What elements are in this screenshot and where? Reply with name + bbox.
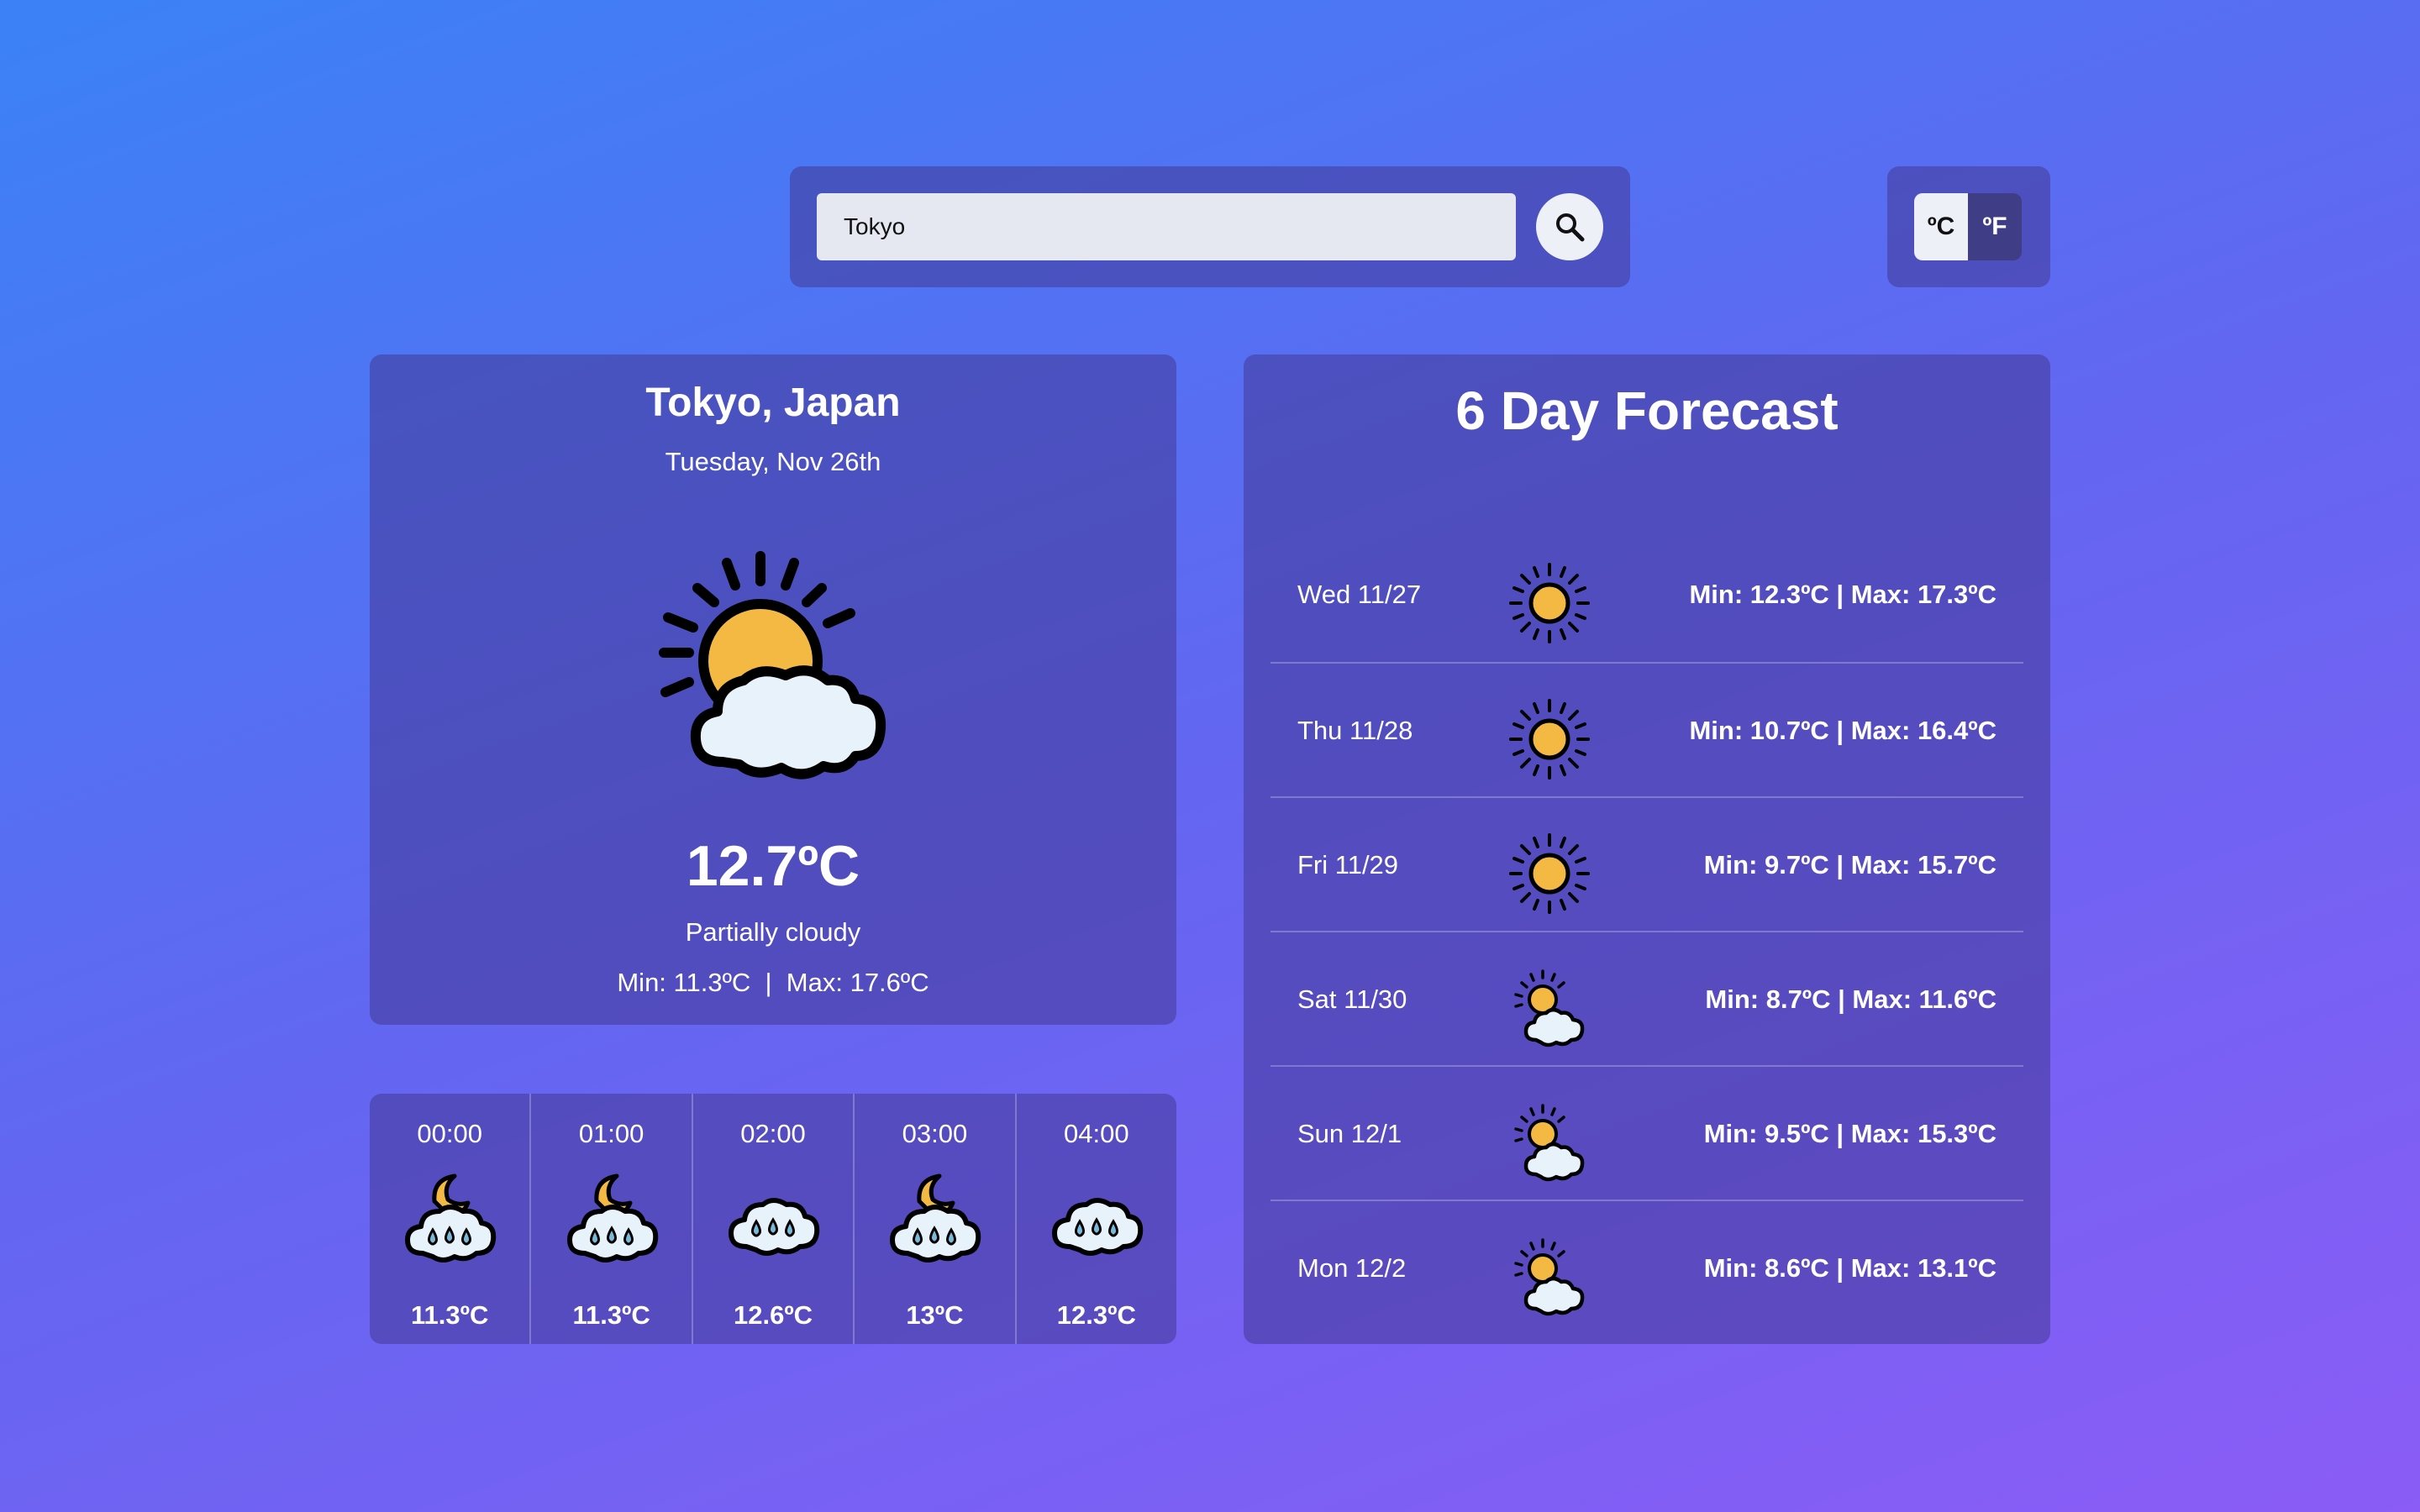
- hour-time: 00:00: [417, 1119, 482, 1148]
- forecast-row: Sat 11/30 Min: 8.7ºC | Max: 11.6ºC: [1270, 931, 2023, 1065]
- forecast-day: Fri 11/29: [1297, 850, 1399, 879]
- hour-time: 04:00: [1064, 1119, 1129, 1148]
- fahrenheit-button[interactable]: ºF: [1968, 193, 2022, 260]
- night-rain-icon: [405, 1173, 497, 1263]
- forecast-day: Sun 12/1: [1297, 1119, 1402, 1148]
- partly-cloudy-icon: [1514, 1238, 1585, 1316]
- current-minmax: Min: 11.3ºC | Max: 17.6ºC: [617, 968, 929, 997]
- current-weather-card: Tokyo, Japan Tuesday, Nov 26th 12.7ºC Pa…: [370, 354, 1176, 1025]
- search-button[interactable]: [1536, 193, 1603, 260]
- forecast-row: Wed 11/27 Min: 12.3ºC | Max: 17.3ºC: [1270, 528, 2023, 662]
- forecast-row: Sun 12/1 Min: 9.5ºC | Max: 15.3ºC: [1270, 1065, 2023, 1200]
- forecast-minmax: Min: 9.5ºC | Max: 15.3ºC: [1703, 1119, 1996, 1148]
- partly-cloudy-icon: [1514, 1104, 1585, 1182]
- hour-time: 02:00: [740, 1119, 806, 1148]
- current-date: Tuesday, Nov 26th: [665, 447, 881, 476]
- forecast-card: 6 Day Forecast Wed 11/27 Min: 12.3ºC | M…: [1244, 354, 2050, 1344]
- forecast-minmax: Min: 8.7ºC | Max: 11.6ºC: [1705, 984, 1996, 1014]
- celsius-button[interactable]: ºC: [1914, 193, 1968, 260]
- forecast-minmax: Min: 8.6ºC | Max: 13.1ºC: [1703, 1253, 1996, 1283]
- night-rain-icon: [566, 1173, 658, 1263]
- hourly-forecast: 00:00 11.3ºC 01:00 11.3ºC 02:00 12.6ºC 0…: [370, 1094, 1176, 1344]
- hour-cell: 03:00 13ºC: [853, 1094, 1014, 1344]
- hour-cell: 01:00 11.3ºC: [529, 1094, 691, 1344]
- hour-cell: 02:00 12.6ºC: [691, 1094, 853, 1344]
- hour-temperature: 12.3ºC: [1056, 1300, 1136, 1330]
- hour-temperature: 11.3ºC: [572, 1300, 650, 1330]
- forecast-row: Fri 11/29 Min: 9.7ºC | Max: 15.7ºC: [1270, 796, 2023, 931]
- sun-icon: [1509, 833, 1590, 914]
- forecast-row: Thu 11/28 Min: 10.7ºC | Max: 16.4ºC: [1270, 662, 2023, 796]
- night-rain-icon: [890, 1173, 981, 1263]
- hour-time: 03:00: [902, 1119, 968, 1148]
- forecast-title: 6 Day Forecast: [1455, 381, 1839, 441]
- hour-temperature: 11.3ºC: [411, 1300, 489, 1330]
- current-condition: Partially cloudy: [685, 917, 861, 947]
- forecast-minmax: Min: 9.7ºC | Max: 15.7ºC: [1703, 850, 1996, 879]
- city-name: Tokyo, Japan: [645, 381, 901, 425]
- hour-temperature: 13ºC: [906, 1300, 964, 1330]
- sun-icon: [1509, 563, 1590, 643]
- forecast-minmax: Min: 10.7ºC | Max: 16.4ºC: [1689, 716, 1996, 745]
- forecast-day: Wed 11/27: [1297, 580, 1422, 609]
- search-icon: [1556, 213, 1585, 242]
- hour-temperature: 12.6ºC: [733, 1300, 813, 1330]
- forecast-day: Mon 12/2: [1297, 1253, 1407, 1283]
- hour-time: 01:00: [578, 1119, 644, 1148]
- unit-toggle: ºC ºF: [1887, 166, 2050, 287]
- hour-cell: 00:00 11.3ºC: [370, 1094, 529, 1344]
- sun-icon: [1509, 699, 1590, 780]
- forecast-day: Sat 11/30: [1297, 984, 1407, 1014]
- partly-cloudy-icon: [1514, 969, 1585, 1047]
- rain-cloud-icon: [729, 1198, 820, 1256]
- rain-cloud-icon: [1051, 1198, 1144, 1256]
- current-temperature: 12.7ºC: [686, 834, 860, 898]
- forecast-minmax: Min: 12.3ºC | Max: 17.3ºC: [1689, 580, 1996, 609]
- search-input[interactable]: [817, 193, 1516, 260]
- search-bar: [790, 166, 1630, 287]
- forecast-list: Wed 11/27 Min: 12.3ºC | Max: 17.3ºC Thu …: [1270, 528, 2023, 1334]
- partly-cloudy-icon: [659, 551, 886, 780]
- forecast-day: Thu 11/28: [1297, 716, 1413, 745]
- forecast-row: Mon 12/2 Min: 8.6ºC | Max: 13.1ºC: [1270, 1200, 2023, 1334]
- hour-cell: 04:00 12.3ºC: [1014, 1094, 1176, 1344]
